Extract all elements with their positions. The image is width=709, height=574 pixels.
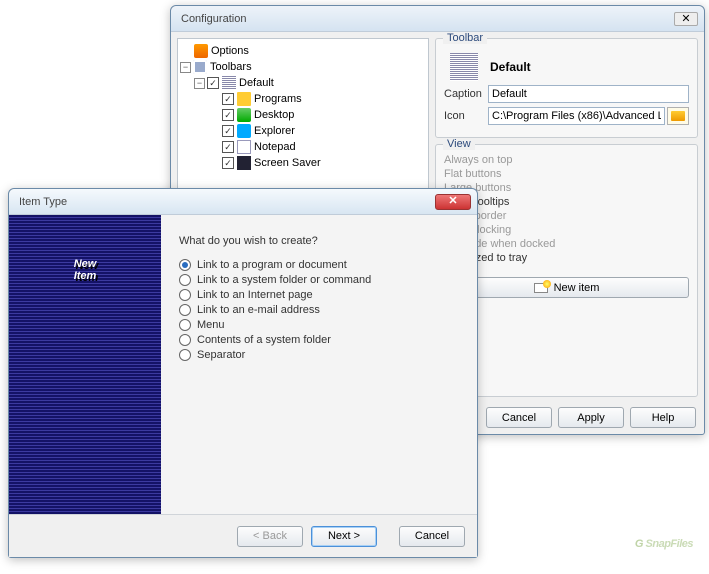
radio-link-internet[interactable]: Link to an Internet page xyxy=(179,289,463,301)
toolbar-group: Toolbar Default Caption Icon xyxy=(435,38,698,138)
cancel-button[interactable]: Cancel xyxy=(486,407,552,428)
view-option-always-on-top[interactable]: Always on top xyxy=(444,153,689,167)
toolbar-icon xyxy=(222,76,236,90)
radio-separator[interactable]: Separator xyxy=(179,349,463,361)
radio-menu[interactable]: Menu xyxy=(179,319,463,331)
radio-link-system-folder[interactable]: Link to a system folder or command xyxy=(179,274,463,286)
checkbox[interactable] xyxy=(222,157,234,169)
item-type-titlebar[interactable]: Item Type ✕ xyxy=(9,189,477,215)
toolbar-preview-icon xyxy=(450,53,478,81)
radio-label: Link to a program or document xyxy=(197,259,347,271)
tree-node-toolbars[interactable]: − Toolbars xyxy=(180,59,426,75)
tree-node-options[interactable]: Options xyxy=(180,43,426,59)
item-type-title: Item Type xyxy=(19,196,435,208)
caption-input[interactable] xyxy=(488,85,689,103)
view-option-show-tooltips[interactable]: Show tooltips xyxy=(444,195,689,209)
tree-label: Programs xyxy=(254,93,302,105)
caption-label: Caption xyxy=(444,88,488,100)
tree-node-desktop[interactable]: Desktop xyxy=(180,107,426,123)
tree-label: Toolbars xyxy=(210,61,252,73)
view-option-min-to-tray[interactable]: Minimized to tray xyxy=(444,251,689,265)
wizard-footer: < Back Next > Cancel xyxy=(9,515,477,557)
radio-icon xyxy=(179,304,191,316)
radio-link-program[interactable]: Link to a program or document xyxy=(179,259,463,271)
radio-icon xyxy=(179,259,191,271)
radio-icon xyxy=(179,319,191,331)
checkbox[interactable] xyxy=(222,125,234,137)
icon-label: Icon xyxy=(444,110,488,122)
radio-label: Link to a system folder or command xyxy=(197,274,371,286)
back-button[interactable]: < Back xyxy=(237,526,303,547)
icon-path-input[interactable] xyxy=(488,107,665,125)
radio-label: Link to an Internet page xyxy=(197,289,313,301)
view-option-allow-docking[interactable]: Allow docking xyxy=(444,223,689,237)
new-item-button[interactable]: New item xyxy=(444,277,689,298)
notepad-icon xyxy=(237,140,251,154)
sidebar-text-line2: Item xyxy=(74,271,97,283)
watermark: G SnapFiles xyxy=(635,526,693,554)
browse-icon-button[interactable] xyxy=(667,107,689,125)
checkbox[interactable] xyxy=(222,109,234,121)
checkbox[interactable] xyxy=(222,141,234,153)
radio-folder-contents[interactable]: Contents of a system folder xyxy=(179,334,463,346)
close-icon[interactable]: ✕ xyxy=(674,12,698,26)
toolbars-icon xyxy=(193,60,207,74)
options-icon xyxy=(194,44,208,58)
tree-label: Desktop xyxy=(254,109,294,121)
item-type-dialog: Item Type ✕ New Item What do you wish to… xyxy=(8,188,478,558)
new-item-label: New item xyxy=(554,282,600,294)
toolbar-group-label: Toolbar xyxy=(443,32,487,44)
view-group-label: View xyxy=(443,138,475,150)
view-option-large-buttons[interactable]: Large buttons xyxy=(444,181,689,195)
config-titlebar[interactable]: Configuration ✕ xyxy=(171,6,704,32)
view-option-show-border[interactable]: Show border xyxy=(444,209,689,223)
toolbar-name: Default xyxy=(490,60,531,74)
wizard-sidebar-graphic: New Item xyxy=(9,215,161,514)
radio-label: Link to an e-mail address xyxy=(197,304,320,316)
tree-label: Notepad xyxy=(254,141,296,153)
cancel-button[interactable]: Cancel xyxy=(399,526,465,547)
apply-button[interactable]: Apply xyxy=(558,407,624,428)
view-option-autohide[interactable]: Autohide when docked xyxy=(444,237,689,251)
explorer-icon xyxy=(237,124,251,138)
tree-node-notepad[interactable]: Notepad xyxy=(180,139,426,155)
radio-label: Separator xyxy=(197,349,245,361)
checkbox[interactable] xyxy=(222,93,234,105)
next-button[interactable]: Next > xyxy=(311,526,377,547)
tree-node-explorer[interactable]: Explorer xyxy=(180,123,426,139)
tree-node-screensaver[interactable]: Screen Saver xyxy=(180,155,426,171)
checkbox[interactable] xyxy=(207,77,219,89)
view-option-flat-buttons[interactable]: Flat buttons xyxy=(444,167,689,181)
help-button[interactable]: Help xyxy=(630,407,696,428)
radio-icon xyxy=(179,334,191,346)
radio-link-email[interactable]: Link to an e-mail address xyxy=(179,304,463,316)
screensaver-icon xyxy=(237,156,251,170)
expander-minus-icon[interactable]: − xyxy=(180,62,191,73)
radio-icon xyxy=(179,349,191,361)
tree-label: Explorer xyxy=(254,125,295,137)
wizard-question: What do you wish to create? xyxy=(179,235,463,247)
sidebar-text-line1: New xyxy=(74,259,97,271)
tree-label: Options xyxy=(211,45,249,57)
tree-label: Screen Saver xyxy=(254,157,321,169)
expander-minus-icon[interactable]: − xyxy=(194,78,205,89)
radio-label: Menu xyxy=(197,319,225,331)
tree-node-default[interactable]: − Default xyxy=(180,75,426,91)
radio-label: Contents of a system folder xyxy=(197,334,331,346)
desktop-icon xyxy=(237,108,251,122)
wizard-content: What do you wish to create? Link to a pr… xyxy=(161,215,477,514)
new-item-icon xyxy=(534,283,548,293)
radio-icon xyxy=(179,289,191,301)
tree-node-programs[interactable]: Programs xyxy=(180,91,426,107)
config-title: Configuration xyxy=(181,13,674,25)
radio-icon xyxy=(179,274,191,286)
tree-label: Default xyxy=(239,77,274,89)
close-button[interactable]: ✕ xyxy=(435,194,471,210)
close-icon: ✕ xyxy=(448,195,457,207)
folder-icon xyxy=(237,92,251,106)
